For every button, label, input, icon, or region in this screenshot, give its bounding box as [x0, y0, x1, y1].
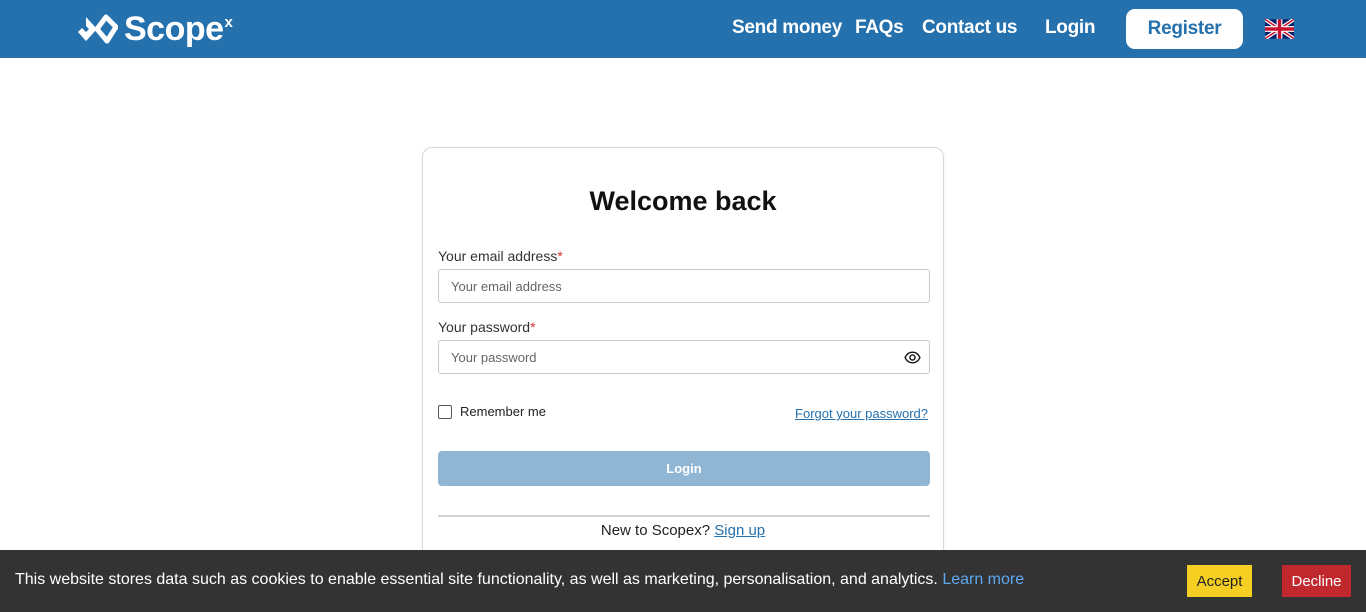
scopex-logo[interactable]: Scope x	[76, 10, 233, 48]
signup-prompt: New to Scopex?	[600, 522, 711, 539]
remember-me[interactable]: Remember me	[438, 404, 546, 419]
learn-more-link[interactable]: Learn more	[942, 571, 1024, 588]
nav-login[interactable]: Login	[1045, 17, 1096, 39]
register-button[interactable]: Register	[1126, 9, 1243, 49]
nav-send-money[interactable]: Send money	[732, 17, 842, 39]
required-marker: *	[557, 248, 563, 264]
signup-link[interactable]: Sign up	[714, 522, 765, 539]
logo-mark-icon	[78, 14, 118, 44]
nav-faqs[interactable]: FAQs	[855, 17, 904, 39]
remember-checkbox[interactable]	[438, 404, 452, 419]
forgot-password-link[interactable]: Forgot your password?	[795, 406, 928, 421]
email-label: Your email address*	[438, 248, 563, 264]
cookie-message-row: This website stores data such as cookies…	[15, 571, 1024, 589]
login-card: Welcome back Your email address* Your pa…	[422, 147, 944, 577]
signup-row: New to Scopex? Sign up	[423, 522, 943, 539]
logo-text: Scope	[124, 9, 224, 48]
site-header: Scope x Send money FAQs Contact us Login…	[0, 0, 1366, 58]
email-field[interactable]	[438, 269, 930, 303]
divider	[438, 515, 930, 517]
remember-label: Remember me	[460, 404, 546, 419]
required-marker: *	[530, 319, 536, 335]
eye-icon[interactable]	[904, 349, 921, 366]
password-label: Your password*	[438, 319, 536, 335]
password-label-text: Your password	[438, 319, 531, 335]
login-button[interactable]: Login	[438, 451, 930, 486]
page-title: Welcome back	[589, 186, 777, 216]
logo-suffix: x	[224, 14, 233, 31]
decline-cookies-button[interactable]: Decline	[1282, 565, 1351, 597]
cookie-message: This website stores data such as cookies…	[15, 571, 938, 588]
uk-flag-icon[interactable]	[1265, 19, 1294, 39]
accept-cookies-button[interactable]: Accept	[1187, 565, 1252, 597]
nav-contact-us[interactable]: Contact us	[922, 17, 1017, 39]
email-label-text: Your email address	[438, 248, 558, 264]
password-field[interactable]	[438, 340, 930, 374]
cookie-banner: This website stores data such as cookies…	[0, 550, 1366, 612]
